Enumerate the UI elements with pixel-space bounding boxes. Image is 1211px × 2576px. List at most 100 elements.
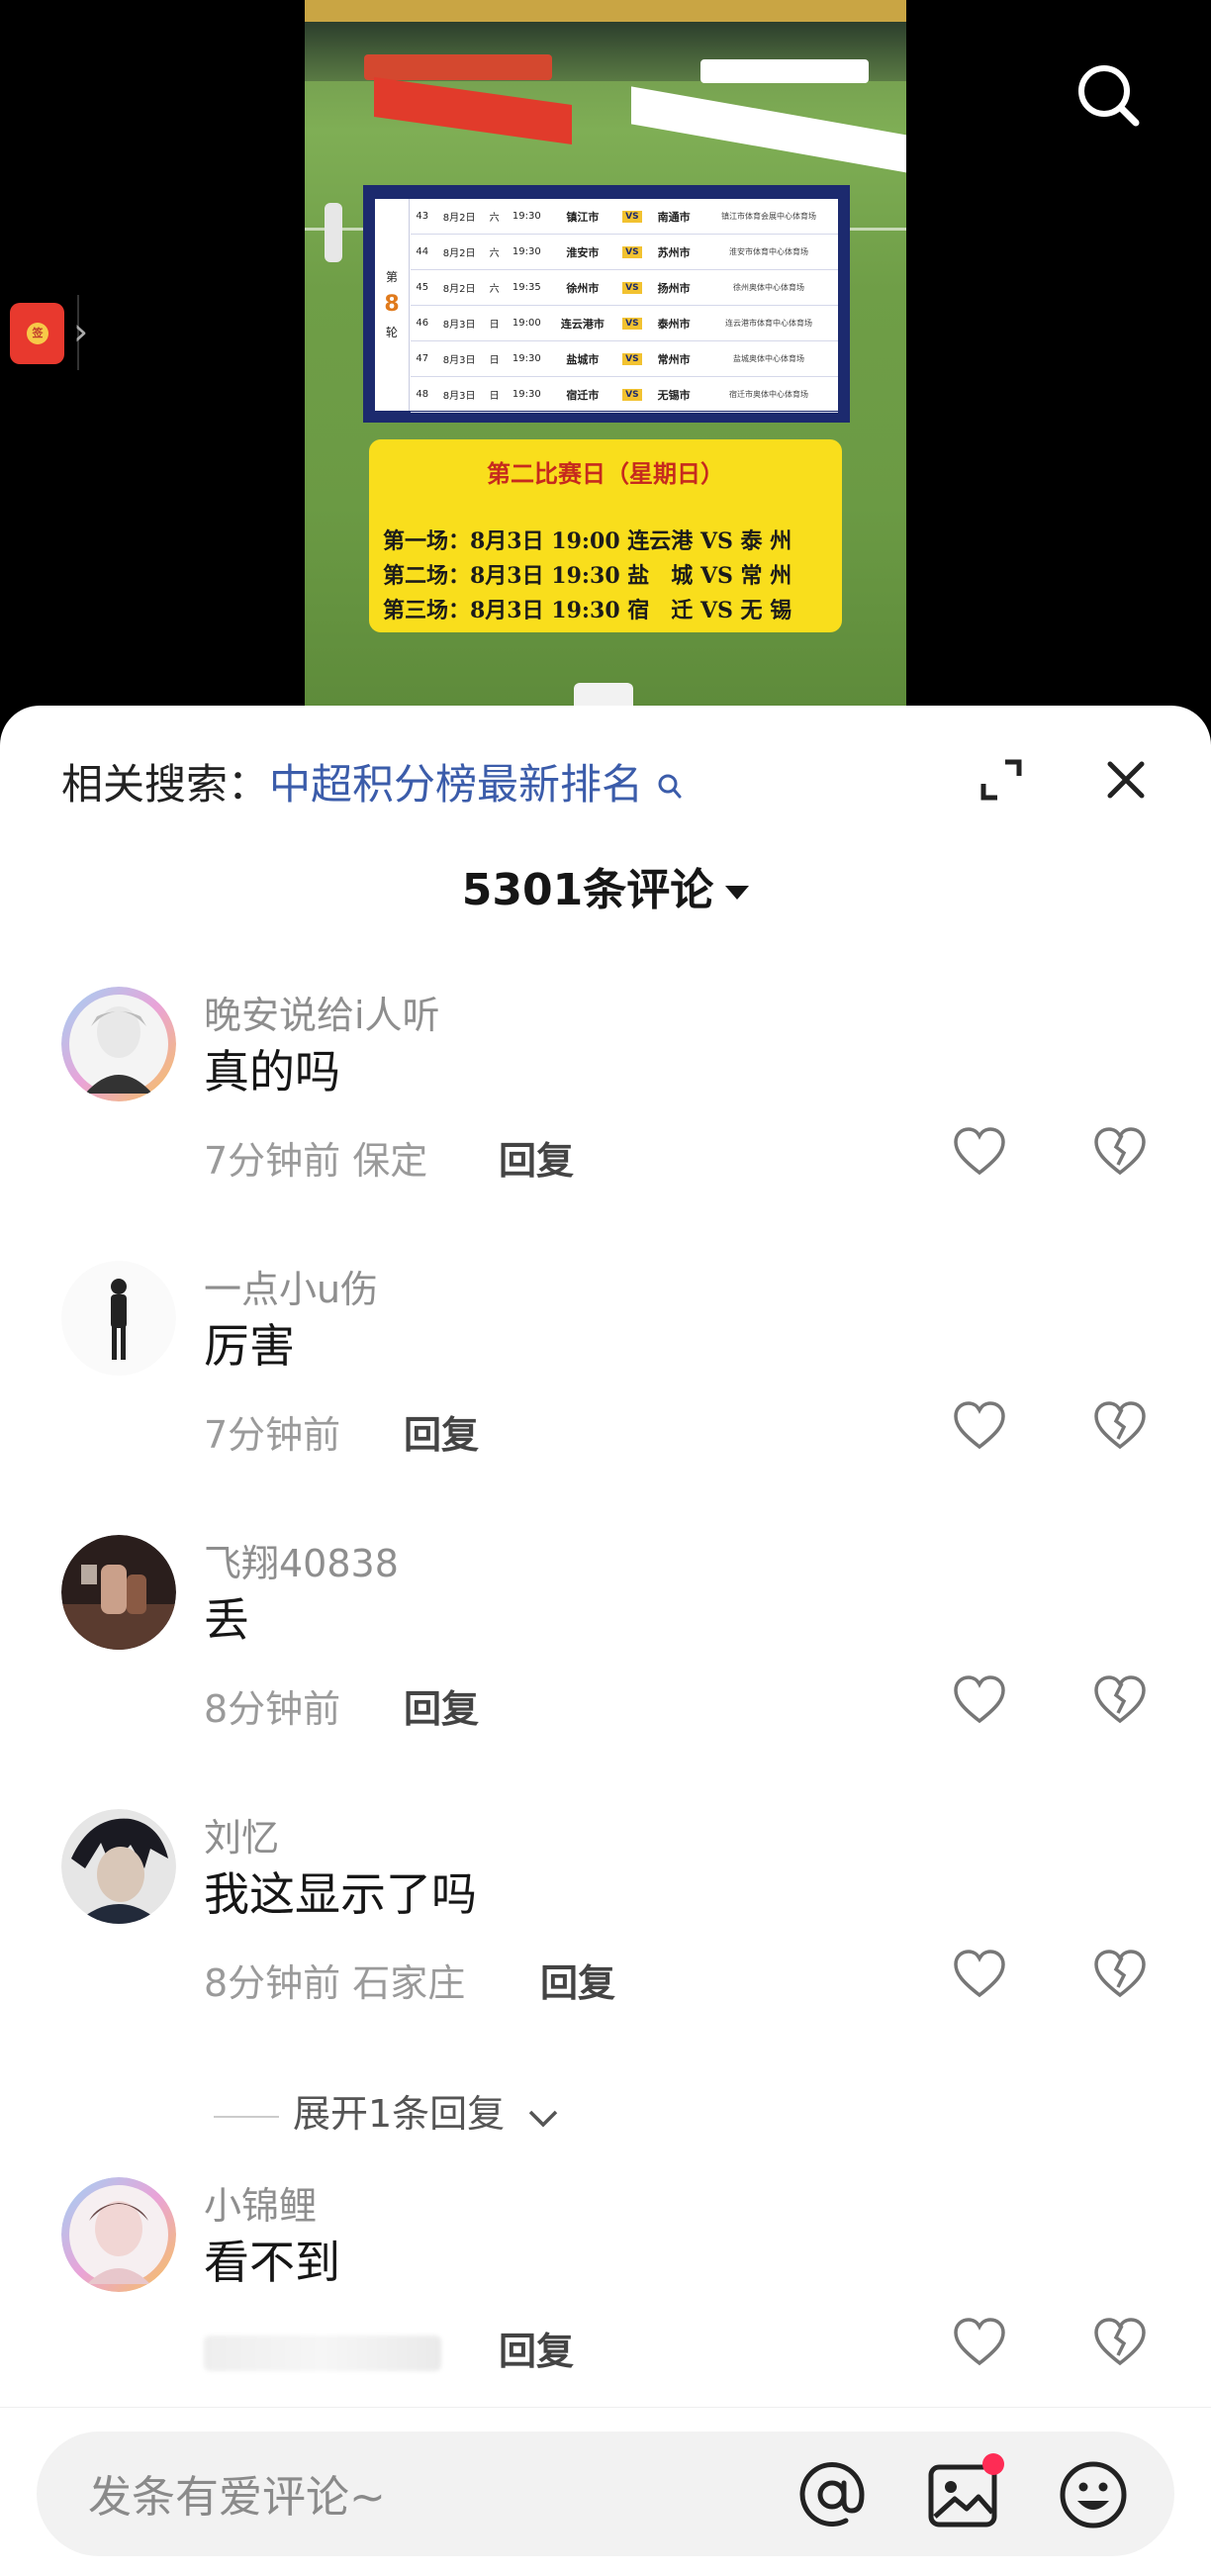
emoji-icon[interactable] (1056, 2457, 1131, 2532)
vs-label: VS (622, 317, 642, 330)
related-search-term[interactable]: 中超积分榜最新排名 (269, 760, 643, 809)
match-number: 45 (411, 269, 434, 306)
ad-board (700, 59, 869, 83)
comment-text: 厉害 (204, 1319, 295, 1373)
comment-count: 5301条评论 (461, 865, 714, 915)
match-time: 19:30 (504, 340, 550, 377)
match-number: 48 (411, 376, 434, 413)
broken-heart-icon[interactable] (1092, 1399, 1148, 1455)
matchday-title: 第二比赛日（星期日） (487, 459, 724, 488)
match-date: 8月3日 (433, 376, 485, 413)
home-team: 淮安市 (549, 234, 616, 270)
matchday-line: 第二场：8月3日 19:30 盐 城 VS 常 州 (383, 563, 792, 589)
related-search-label: 相关搜索： (61, 760, 270, 809)
comment-count-selector[interactable]: 5301条评论 (0, 854, 1211, 917)
comment-item: 刘忆 我这显示了吗 8分钟前 石家庄 回复 (0, 1809, 1211, 2076)
heart-icon[interactable] (952, 1125, 1007, 1181)
comment-meta: 7分钟前 (204, 1413, 341, 1457)
away-team: 扬州市 (648, 269, 700, 306)
reply-button[interactable]: 回复 (404, 1678, 479, 1733)
match-number: 44 (411, 234, 434, 270)
reply-button[interactable]: 回复 (404, 1404, 479, 1459)
avatar[interactable] (61, 1809, 176, 1924)
reply-button[interactable]: 回复 (499, 2321, 574, 2375)
comment-input-placeholder[interactable]: 发条有爱评论~ (88, 2461, 386, 2525)
related-search[interactable]: 相关搜索：中超积分榜最新排名 (61, 751, 684, 811)
video-player[interactable]: 第 8 轮 43 8月2日六 19:30 镇江市 VS 南通市 镇江市体育会展中心体育场 44… (0, 0, 1211, 722)
match-date: 8月2日 (433, 234, 485, 270)
schedule-row: 44 8月2日六 19:30 淮安市 VS 苏州市 淮安市体育中心体育场 (411, 234, 838, 270)
schedule-table-panel: 第 8 轮 43 8月2日六 19:30 镇江市 VS 南通市 镇江市体育会展中心体育场 44… (375, 199, 838, 413)
avatar[interactable] (61, 1261, 176, 1376)
match-time: 19:30 (504, 376, 550, 413)
heart-icon[interactable] (952, 2316, 1007, 2371)
chevron-down-icon (526, 2095, 560, 2139)
match-weekday: 日 (484, 340, 505, 377)
match-time: 19:00 (504, 305, 550, 341)
avatar[interactable] (61, 1535, 176, 1650)
comment-meta: 8分钟前 石家庄 (204, 1961, 466, 2005)
home-team: 盐城市 (549, 340, 616, 377)
match-time: 19:35 (504, 269, 550, 306)
match-number: 47 (411, 340, 434, 377)
match-date: 8月2日 (433, 199, 485, 235)
broken-heart-icon[interactable] (1092, 2316, 1148, 2371)
broken-heart-icon[interactable] (1092, 1125, 1148, 1181)
home-team: 镇江市 (549, 199, 616, 235)
vs-label: VS (622, 210, 642, 223)
away-team: 无锡市 (648, 376, 700, 413)
venue: 连云港市体育中心体育场 (699, 305, 838, 341)
comment-text: 丢 (204, 1593, 249, 1647)
round-label: 第 8 轮 (375, 199, 410, 411)
avatar[interactable] (61, 987, 176, 1101)
expand-icon[interactable] (978, 756, 1025, 804)
video-banner (305, 0, 906, 22)
search-icon[interactable] (1072, 59, 1144, 131)
comment-username[interactable]: 一点小u伤 (204, 1259, 378, 1313)
avatar[interactable] (61, 2177, 176, 2292)
close-icon[interactable] (1102, 756, 1150, 804)
venue: 盐城奥体中心体育场 (699, 340, 838, 377)
match-date: 8月3日 (433, 305, 485, 341)
broken-heart-icon[interactable] (1092, 1948, 1148, 2003)
red-packet-icon[interactable]: 签 (10, 303, 64, 364)
expand-replies-button[interactable]: 展开1条回复 (214, 2083, 560, 2139)
matchday-list: 第一场：8月3日 19:00 连云港 VS 泰 州 第二场：8月3日 19:30… (383, 525, 838, 628)
comment-username[interactable]: 飞翔40838 (204, 1533, 399, 1587)
match-number: 46 (411, 305, 434, 341)
caret-down-icon (725, 886, 750, 900)
round-label-bottom: 轮 (385, 326, 398, 339)
comment-item: 晚安说给i人听 真的吗 7分钟前 保定 回复 (0, 987, 1211, 1254)
player-figure (325, 203, 342, 262)
schedule-row: 46 8月3日日 19:00 连云港市 VS 泰州市 连云港市体育中心体育场 (411, 305, 838, 341)
heart-icon[interactable] (952, 1399, 1007, 1455)
comment-username[interactable]: 小锦鲤 (204, 2175, 317, 2230)
notification-dot (982, 2453, 1004, 2475)
match-time: 19:30 (504, 234, 550, 270)
expand-replies-label: 展开1条回复 (293, 2092, 506, 2136)
match-number: 43 (411, 199, 434, 235)
divider (214, 2115, 279, 2118)
matchday-card: 第二比赛日（星期日） 第一场：8月3日 19:00 连云港 VS 泰 州 第二场… (369, 439, 842, 632)
away-team: 泰州市 (648, 305, 700, 341)
away-team: 南通市 (648, 199, 700, 235)
heart-icon[interactable] (952, 1673, 1007, 1729)
match-weekday: 六 (484, 234, 505, 270)
comment-username[interactable]: 刘忆 (204, 1807, 279, 1861)
matchday-line: 第三场：8月3日 19:30 宿 迁 VS 无 锡 (383, 598, 792, 623)
at-mention-icon[interactable] (794, 2457, 870, 2532)
broken-heart-icon[interactable] (1092, 1673, 1148, 1729)
comment-meta-blurred (204, 2336, 441, 2371)
reply-button[interactable]: 回复 (499, 1130, 574, 1185)
comment-input[interactable]: 发条有爱评论~ (37, 2432, 1174, 2556)
chevron-right-icon[interactable]: › (73, 297, 103, 366)
matchday-line: 第一场：8月3日 19:00 连云港 VS 泰 州 (383, 528, 792, 554)
venue: 徐州奥体中心体育场 (699, 269, 838, 306)
comment-item: 一点小u伤 厉害 7分钟前 回复 (0, 1261, 1211, 1528)
match-time: 19:30 (504, 199, 550, 235)
comment-item: 小锦鲤 看不到 回复 (0, 2177, 1211, 2444)
venue: 宿迁市奥体中心体育场 (699, 376, 838, 413)
reply-button[interactable]: 回复 (540, 1953, 615, 2007)
comment-username[interactable]: 晚安说给i人听 (204, 985, 440, 1039)
heart-icon[interactable] (952, 1948, 1007, 2003)
